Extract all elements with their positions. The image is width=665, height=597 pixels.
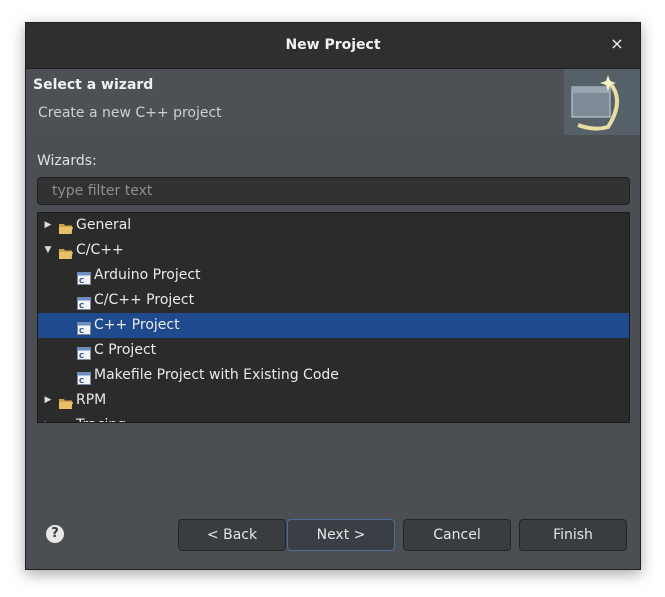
tree-folder-item[interactable]: ▶ General [38, 213, 629, 238]
svg-text:C: C [79, 327, 84, 335]
tree-item-label: Arduino Project [94, 267, 201, 283]
tree-folder-item[interactable]: ▼ C/C++ [38, 238, 629, 263]
folder-icon [59, 419, 73, 422]
tree-folder-item[interactable]: ▶ RPM [38, 388, 629, 413]
new-project-dialog: New Project × Select a wizard Create a n… [25, 22, 641, 570]
new-wizard-icon [564, 69, 640, 135]
tree-project-item[interactable]: C C/C++ Project [38, 288, 629, 313]
help-icon[interactable]: ? [46, 525, 64, 543]
folder-icon [59, 244, 73, 259]
banner-title: Select a wizard [33, 77, 154, 93]
wizards-label: Wizards: [37, 153, 97, 169]
cpp-project-icon: C [77, 369, 91, 385]
tree-item-label: C/C++ Project [94, 292, 195, 308]
wizard-banner: Select a wizard Create a new C++ project [26, 69, 640, 135]
cpp-project-icon: C [77, 294, 91, 310]
tree-project-item[interactable]: C Arduino Project [38, 263, 629, 288]
tree-item-label: C/C++ [76, 242, 124, 258]
expand-right-icon[interactable]: ▶ [43, 413, 53, 422]
tree-item-label: C++ Project [94, 317, 180, 333]
cancel-button[interactable]: Cancel [403, 519, 511, 551]
tree-item-label: Makefile Project with Existing Code [94, 367, 339, 383]
title-bar: New Project × [26, 23, 640, 69]
filter-input[interactable] [37, 177, 630, 205]
wizard-tree[interactable]: ▶ General ▼ C/C++ C Arduino Project C C/C++ Pro… [37, 212, 630, 423]
folder-icon [59, 394, 73, 409]
cpp-project-icon: C [77, 319, 91, 335]
next-button[interactable]: Next > [287, 519, 395, 551]
dialog-title: New Project [285, 37, 381, 53]
tree-project-item[interactable]: C Makefile Project with Existing Code [38, 363, 629, 388]
back-button[interactable]: < Back [178, 519, 286, 551]
close-icon[interactable]: × [608, 35, 626, 53]
tree-item-label: Tracing [76, 413, 126, 422]
svg-text:C: C [79, 302, 84, 310]
cpp-project-icon: C [77, 269, 91, 285]
tree-project-item[interactable]: C C Project [38, 338, 629, 363]
expand-right-icon[interactable]: ▶ [43, 213, 53, 238]
svg-text:C: C [79, 277, 84, 285]
svg-text:C: C [79, 352, 84, 360]
cpp-project-icon: C [77, 344, 91, 360]
tree-item-label: C Project [94, 342, 157, 358]
tree-folder-item[interactable]: ▶ Tracing [38, 413, 629, 422]
tree-item-label: RPM [76, 392, 107, 408]
tree-item-label: General [76, 217, 132, 233]
folder-icon [59, 219, 73, 234]
finish-button[interactable]: Finish [519, 519, 627, 551]
expand-down-icon[interactable]: ▼ [43, 238, 53, 263]
banner-description: Create a new C++ project [38, 105, 222, 121]
svg-text:C: C [79, 377, 84, 385]
expand-right-icon[interactable]: ▶ [43, 388, 53, 413]
tree-project-item[interactable]: C C++ Project [38, 313, 629, 338]
